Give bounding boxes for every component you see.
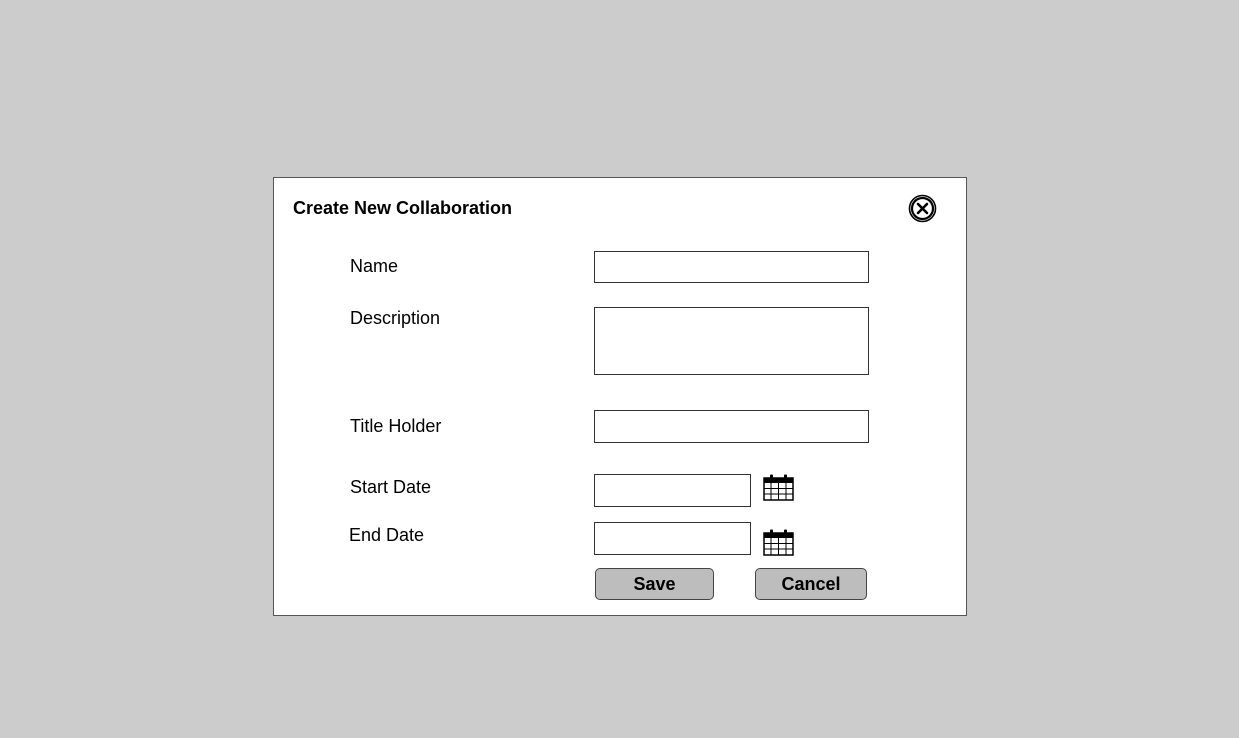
name-input[interactable]	[594, 251, 869, 283]
create-collaboration-dialog: Create New Collaboration Name Descriptio…	[273, 177, 967, 616]
calendar-icon	[763, 474, 794, 501]
title-holder-input[interactable]	[594, 410, 869, 443]
end-date-label: End Date	[349, 525, 425, 545]
save-button[interactable]: Save	[595, 568, 714, 600]
calendar-icon	[763, 529, 794, 556]
end-date-input[interactable]	[594, 522, 751, 555]
cancel-button[interactable]: Cancel	[755, 568, 867, 600]
close-circle-x-icon	[908, 194, 937, 223]
name-label: Name	[350, 256, 399, 276]
start-date-input[interactable]	[594, 474, 751, 507]
end-date-calendar-button[interactable]	[763, 529, 794, 556]
dialog-title: Create New Collaboration	[293, 198, 513, 218]
close-button[interactable]	[908, 194, 937, 223]
description-textarea[interactable]	[594, 307, 869, 375]
title-holder-label: Title Holder	[350, 416, 442, 436]
start-date-label: Start Date	[350, 477, 432, 497]
description-label: Description	[350, 308, 441, 328]
start-date-calendar-button[interactable]	[763, 474, 794, 501]
